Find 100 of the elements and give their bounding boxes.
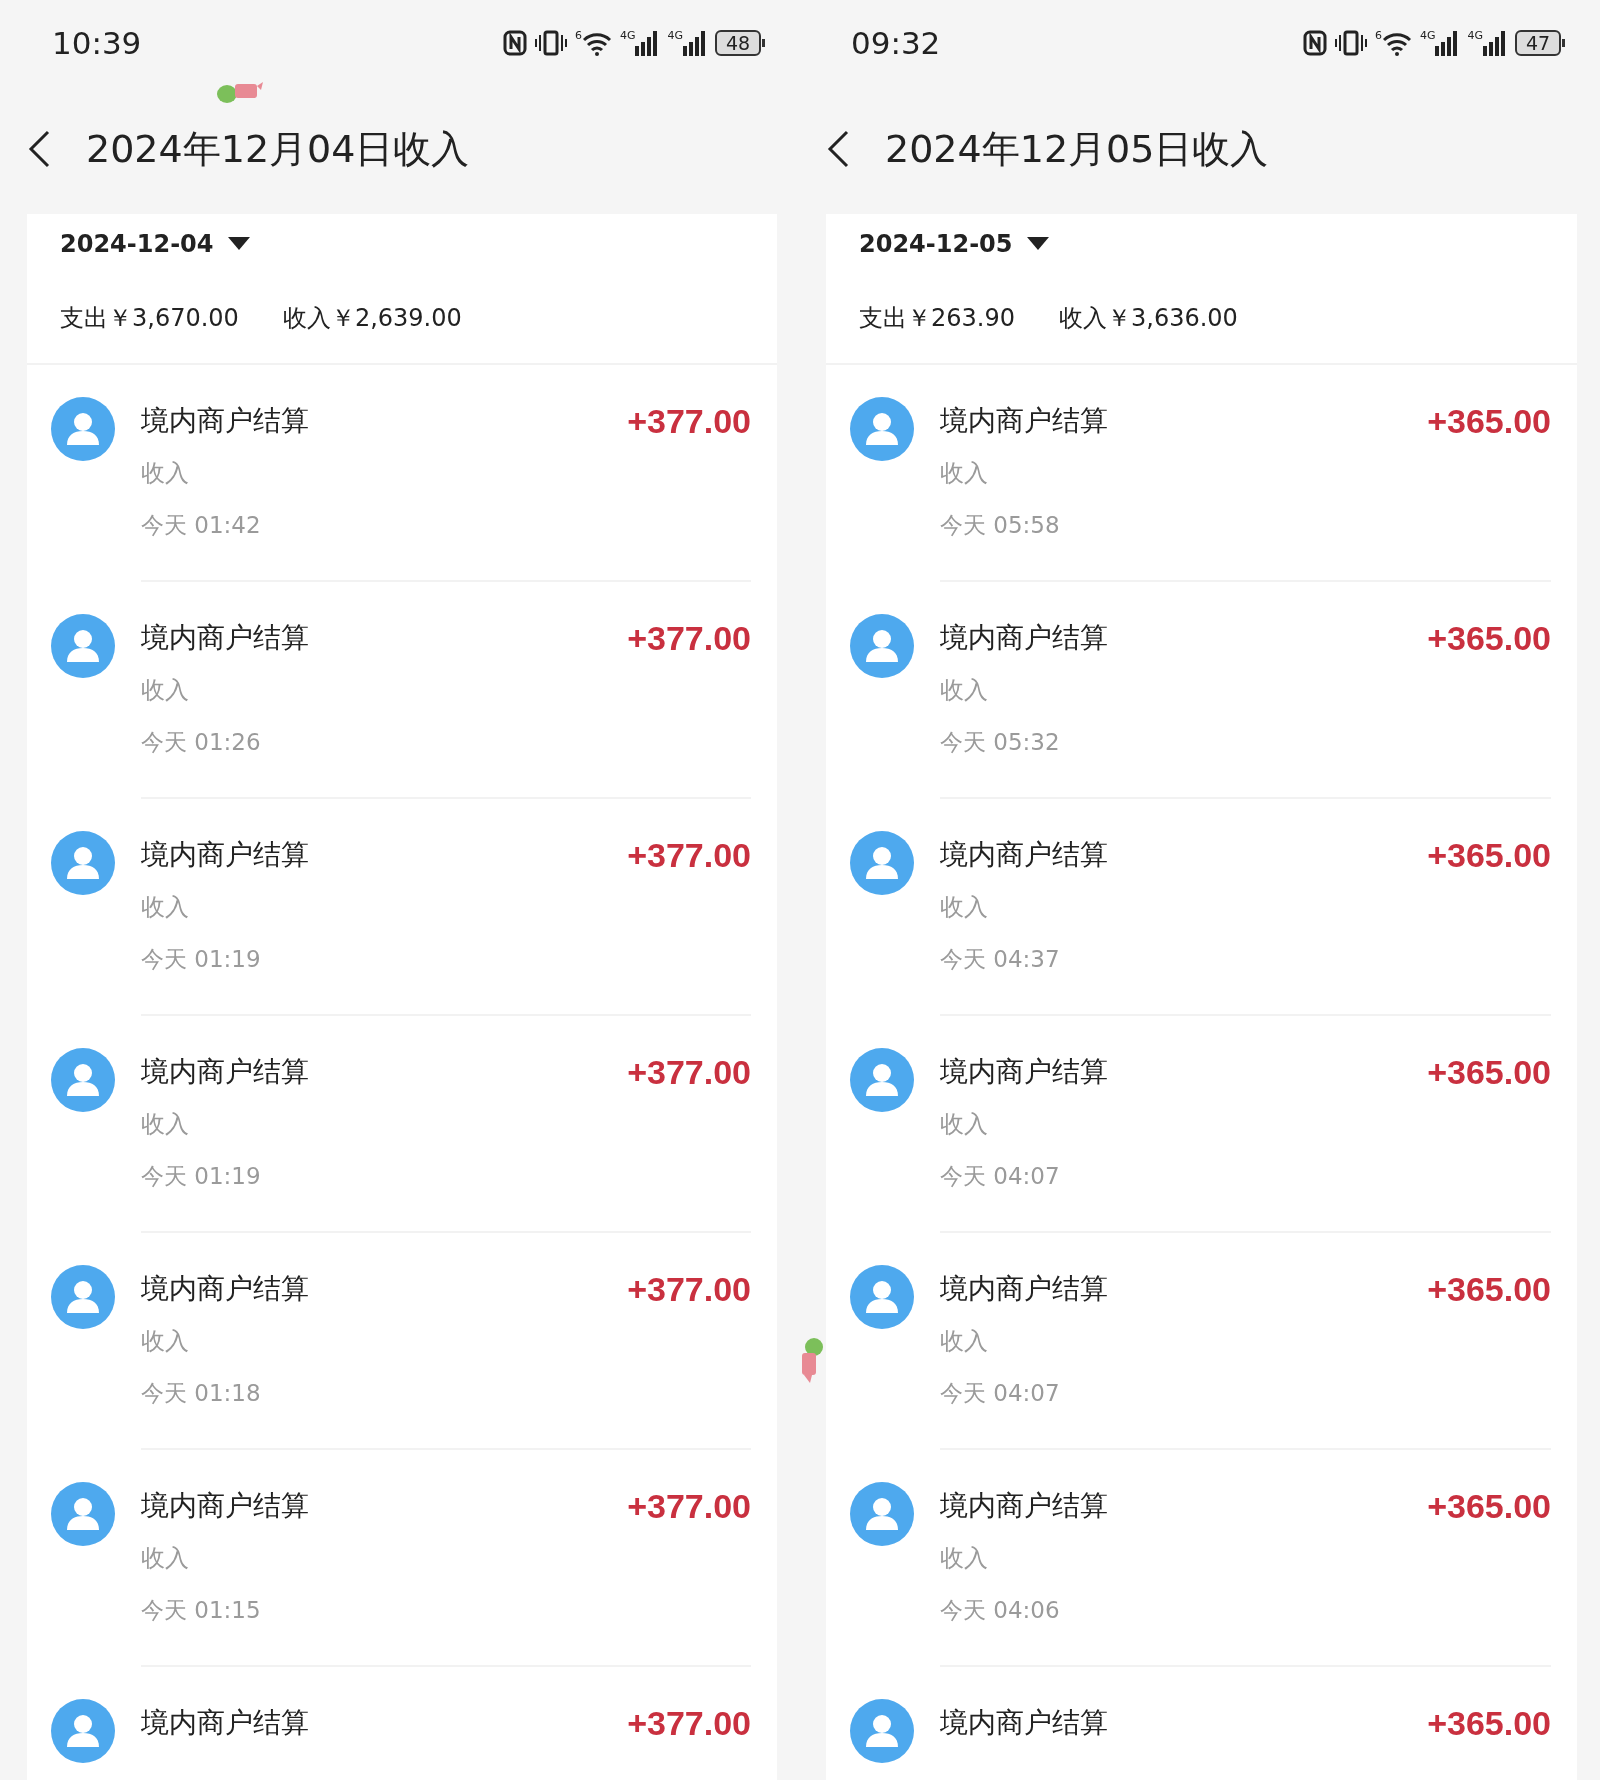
person-icon <box>864 845 900 881</box>
amount: +377.00 <box>627 837 751 873</box>
income-total: 收入￥2,639.00 <box>282 303 462 334</box>
transaction-row[interactable]: 境内商户结算 +365.00 收入 今天 04:37 <box>826 799 1577 1016</box>
merchant-name: 境内商户结算 <box>940 403 1108 439</box>
transaction-time: 今天 05:58 <box>940 511 1061 540</box>
transaction-row[interactable]: 境内商户结算 +377.00 收入 今天 01:15 <box>27 1450 777 1667</box>
merchant-name: 境内商户结算 <box>940 1488 1108 1524</box>
wifi-icon <box>581 30 612 56</box>
person-icon <box>864 1279 900 1315</box>
amount: +377.00 <box>627 1705 751 1741</box>
transaction-type: 收入 <box>141 892 190 923</box>
vibrate-icon <box>1334 30 1367 56</box>
merchant-name: 境内商户结算 <box>141 1488 309 1524</box>
wifi-icon <box>1381 30 1412 56</box>
person-icon <box>864 628 900 664</box>
amount: +365.00 <box>1427 1054 1551 1090</box>
transaction-time: 今天 04:06 <box>940 1596 1061 1625</box>
transaction-type: 收入 <box>940 892 989 923</box>
merchant-name: 境内商户结算 <box>940 837 1108 873</box>
merchant-name: 境内商户结算 <box>940 1054 1108 1090</box>
person-icon <box>65 1713 101 1749</box>
transaction-time: 今天 01:26 <box>141 728 262 757</box>
transaction-time: 今天 01:15 <box>141 1596 262 1625</box>
amount: +377.00 <box>627 1271 751 1307</box>
transaction-row[interactable]: 境内商户结算 +377.00 收入 今天 01:26 <box>27 582 777 799</box>
transaction-row[interactable]: 境内商户结算 +365.00 收入 今天 04:06 <box>826 1450 1577 1667</box>
amount: +365.00 <box>1427 1705 1551 1741</box>
back-icon <box>28 130 50 168</box>
person-icon <box>65 1496 101 1532</box>
transaction-row[interactable]: 境内商户结算 +365.00 收入 今天 05:58 <box>826 365 1577 582</box>
date-picker[interactable]: 2024-12-04 <box>60 226 250 262</box>
signal-icon <box>635 30 660 56</box>
transaction-row[interactable]: 境内商户结算 +365.00 收入 今天 04:07 <box>826 1233 1577 1450</box>
transaction-type: 收入 <box>141 1543 190 1574</box>
merchant-name: 境内商户结算 <box>940 620 1108 656</box>
wifi-label: 6 <box>574 30 582 41</box>
transaction-type: 收入 <box>141 675 190 706</box>
transaction-row[interactable]: 境内商户结算 +365.00 收入 今天 05:32 <box>826 582 1577 799</box>
person-icon <box>65 628 101 664</box>
dropdown-icon <box>227 237 250 251</box>
transaction-row[interactable]: 境内商户结算 +365.00 <box>826 1667 1577 1780</box>
transaction-row[interactable]: 境内商户结算 +377.00 收入 今天 01:19 <box>27 799 777 1016</box>
back-button[interactable] <box>26 129 52 169</box>
network-type: 4G <box>1467 30 1483 41</box>
person-icon <box>864 1062 900 1098</box>
nfc-icon <box>502 30 527 56</box>
nfc-icon <box>1302 30 1327 56</box>
frog-sticker-icon <box>215 80 263 104</box>
network-type: 4G <box>1419 30 1436 41</box>
transaction-time: 今天 01:42 <box>141 511 262 540</box>
transaction-row[interactable]: 境内商户结算 +377.00 收入 今天 01:42 <box>27 365 777 582</box>
signal-icon <box>683 30 707 56</box>
transaction-row[interactable]: 境内商户结算 +377.00 收入 今天 01:19 <box>27 1016 777 1233</box>
merchant-name: 境内商户结算 <box>940 1271 1108 1307</box>
merchant-name: 境内商户结算 <box>141 403 309 439</box>
transaction-row[interactable]: 境内商户结算 +377.00 收入 今天 01:18 <box>27 1233 777 1450</box>
merchant-name: 境内商户结算 <box>141 1054 309 1090</box>
transaction-type: 收入 <box>940 1543 989 1574</box>
person-icon <box>65 411 101 447</box>
transaction-time: 今天 04:07 <box>940 1379 1061 1408</box>
signal-icon <box>1483 30 1507 56</box>
transaction-type: 收入 <box>141 1326 190 1357</box>
transaction-type: 收入 <box>940 1109 989 1140</box>
amount: +365.00 <box>1427 1271 1551 1307</box>
amount: +377.00 <box>627 1054 751 1090</box>
amount: +377.00 <box>627 620 751 656</box>
person-icon <box>864 411 900 447</box>
network-type: 4G <box>619 30 636 41</box>
dropdown-icon <box>1026 237 1049 251</box>
status-time: 10:39 <box>52 23 142 63</box>
transaction-time: 今天 01:19 <box>141 1162 262 1191</box>
transaction-time: 今天 01:18 <box>141 1379 262 1408</box>
merchant-name: 境内商户结算 <box>141 837 309 873</box>
back-icon <box>827 130 849 168</box>
amount: +377.00 <box>627 403 751 439</box>
transaction-time: 今天 04:37 <box>940 945 1061 974</box>
person-icon <box>65 1062 101 1098</box>
amount: +365.00 <box>1427 837 1551 873</box>
transaction-time: 今天 05:32 <box>940 728 1061 757</box>
merchant-name: 境内商户结算 <box>141 1271 309 1307</box>
date-picker[interactable]: 2024-12-05 <box>859 226 1049 262</box>
back-button[interactable] <box>825 129 851 169</box>
income-total: 收入￥3,636.00 <box>1059 303 1238 334</box>
merchant-name: 境内商户结算 <box>141 1705 309 1741</box>
vibrate-icon <box>534 30 567 56</box>
amount: +365.00 <box>1427 620 1551 656</box>
merchant-name: 境内商户结算 <box>141 620 309 656</box>
transaction-type: 收入 <box>141 458 190 489</box>
person-icon <box>864 1496 900 1532</box>
transaction-time: 今天 01:19 <box>141 945 262 974</box>
amount: +365.00 <box>1427 403 1551 439</box>
transaction-type: 收入 <box>940 458 989 489</box>
page-title: 2024年12月04日收入 <box>86 125 470 173</box>
transaction-time: 今天 04:07 <box>940 1162 1061 1191</box>
transaction-row[interactable]: 境内商户结算 +365.00 收入 今天 04:07 <box>826 1016 1577 1233</box>
transaction-row[interactable]: 境内商户结算 +377.00 <box>27 1667 777 1780</box>
signal-icon <box>1435 30 1460 56</box>
expense-total: 支出￥3,670.00 <box>60 303 239 334</box>
page-title: 2024年12月05日收入 <box>885 125 1269 173</box>
